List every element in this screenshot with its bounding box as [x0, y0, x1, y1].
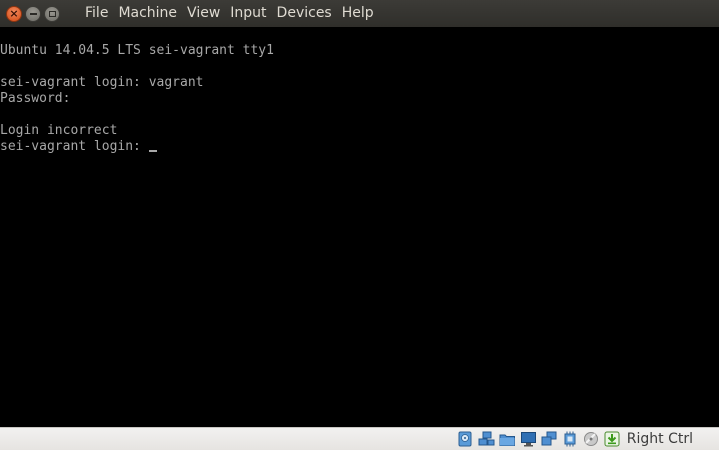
menu-file[interactable]: File	[80, 0, 113, 27]
minimize-icon	[29, 12, 37, 15]
vm-console-screen[interactable]: Ubuntu 14.04.5 LTS sei-vagrant tty1 sei-…	[0, 27, 719, 427]
console-line-login-prompt: sei-vagrant login:	[0, 139, 157, 155]
menu-input[interactable]: Input	[225, 0, 271, 27]
menu-devices[interactable]: Devices	[272, 0, 337, 27]
console-line-login-attempt: sei-vagrant login: vagrant	[0, 75, 204, 90]
status-bar: Right Ctrl	[0, 427, 719, 450]
optical-drive-icon[interactable]	[583, 431, 600, 448]
menu-machine[interactable]: Machine	[113, 0, 182, 27]
hard-disk-icon[interactable]	[457, 431, 474, 448]
maximize-window-button[interactable]	[44, 5, 60, 22]
window-controls: ×	[6, 5, 60, 22]
maximize-icon	[48, 10, 56, 17]
menubar: × File Machine View Input Devices Help	[0, 0, 719, 27]
shared-folders-icon[interactable]	[499, 431, 516, 448]
console-line-banner: Ubuntu 14.04.5 LTS sei-vagrant tty1	[0, 43, 274, 58]
keyboard-capture-icon[interactable]	[604, 431, 621, 448]
close-window-button[interactable]: ×	[6, 5, 22, 22]
host-key-label[interactable]: Right Ctrl	[627, 431, 693, 447]
menu-view[interactable]: View	[182, 0, 225, 27]
console-line-login-incorrect: Login incorrect	[0, 123, 118, 138]
display-icon[interactable]	[520, 431, 537, 448]
network-icon[interactable]	[478, 431, 495, 448]
minimize-window-button[interactable]	[25, 5, 41, 22]
usb-icon[interactable]	[562, 431, 579, 448]
close-icon: ×	[9, 7, 19, 20]
menu-help[interactable]: Help	[337, 0, 379, 27]
console-line-password: Password:	[0, 91, 71, 106]
status-indicators	[457, 431, 621, 448]
login-prompt-text: sei-vagrant login:	[0, 139, 149, 154]
video-capture-icon[interactable]	[541, 431, 558, 448]
menu-bar: File Machine View Input Devices Help	[80, 0, 379, 27]
virtualbox-vm-window: × File Machine View Input Devices Help U…	[0, 0, 719, 450]
text-cursor	[148, 150, 157, 152]
